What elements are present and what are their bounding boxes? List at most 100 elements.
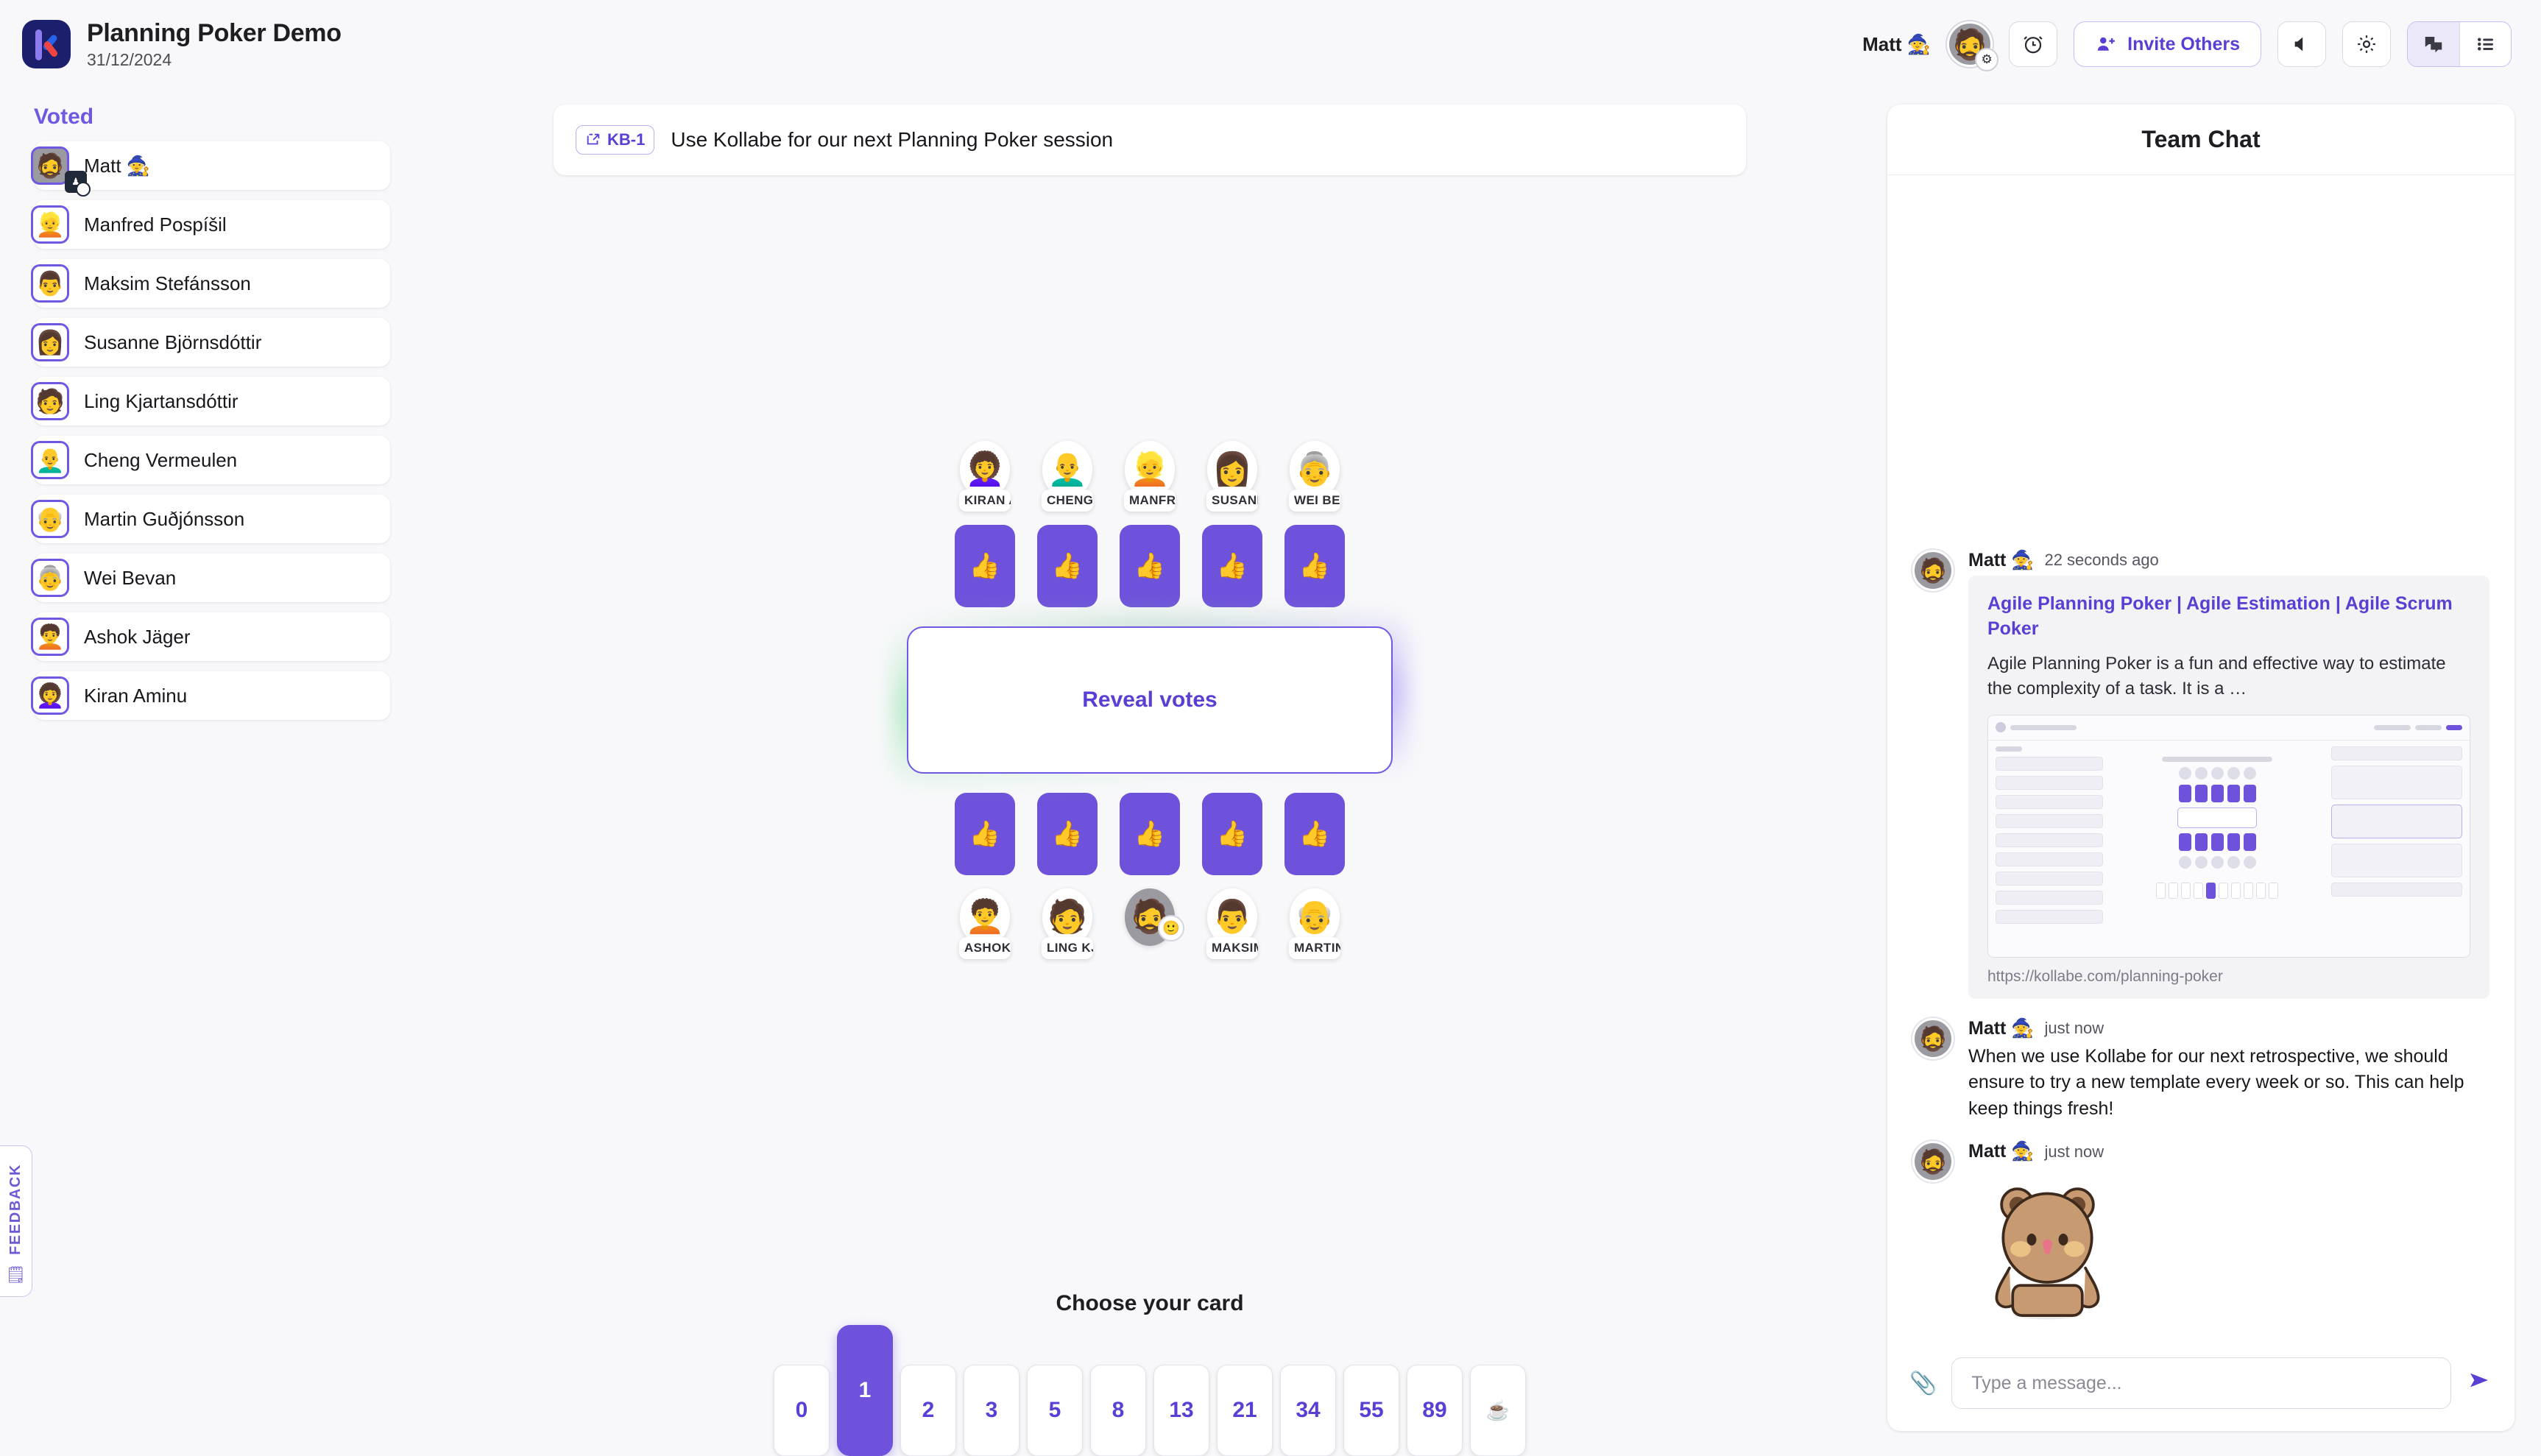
deck-card[interactable]: 2 — [900, 1365, 956, 1456]
deck-card[interactable]: 34 — [1280, 1365, 1336, 1456]
link-preview-title[interactable]: Agile Planning Poker | Agile Estimation … — [1987, 592, 2470, 642]
host-badge: ♟ — [65, 171, 91, 197]
bottom-seat-row: 🧑‍🦱ASHOK 🧑LING KJ 🧔🙂 👨MAKSIM 👴MARTIN — [955, 888, 1345, 959]
voted-card: 👍 — [955, 525, 1015, 607]
story-key-badge[interactable]: KB-1 — [576, 125, 655, 155]
chat-message-list[interactable]: 🧔 Matt 🧙 22 seconds ago Agile Planning P… — [1887, 175, 2515, 1344]
deck-card[interactable]: 5 — [1027, 1365, 1083, 1456]
chat-composer: 📎 — [1887, 1344, 2515, 1431]
player-seat[interactable]: 👨‍🦲 CHENG — [1037, 441, 1098, 512]
player-seat[interactable]: 👴 MARTIN — [1284, 888, 1345, 959]
player-seat[interactable]: 🧑 LING KJ — [1037, 888, 1098, 959]
story-key: KB-1 — [607, 130, 646, 149]
avatar: 👨‍🦲 — [31, 441, 69, 479]
voted-card: 👍 — [1284, 793, 1345, 875]
player-seat[interactable]: 🧔 🙂 — [1120, 888, 1184, 959]
message-input[interactable] — [1971, 1372, 2431, 1394]
list-item[interactable]: 🧔 Matt 🧙 ♟ — [31, 141, 390, 197]
list-item[interactable]: 🧑‍🦱 Ashok Jäger — [31, 612, 390, 661]
card-deck: 0 1 2 3 5 8 13 21 34 55 89 ☕ — [774, 1325, 1526, 1456]
session-date: 31/12/2024 — [87, 50, 172, 70]
settings-button[interactable] — [2342, 21, 2391, 67]
voter-name: Manfred Pospíšil — [84, 213, 227, 236]
chat-title: Team Chat — [1887, 105, 2515, 175]
alarm-clock-icon — [2024, 36, 2043, 54]
avatar: 👵 — [31, 559, 69, 597]
player-seat[interactable]: 👵WEI BEV — [1284, 441, 1345, 512]
list-item[interactable]: 👴 Martin Guðjónsson — [31, 495, 390, 543]
user-avatar-wrapper[interactable]: 🧔 ⚙ — [1947, 21, 1999, 71]
deck-card[interactable]: 21 — [1217, 1365, 1273, 1456]
feedback-label: FEEDBACK — [7, 1164, 24, 1255]
player-name-tag: ASHOK — [959, 937, 1011, 959]
avatar: 👩‍🦱 — [31, 676, 69, 715]
message-input-wrapper[interactable] — [1951, 1357, 2451, 1409]
player-name-tag: MAKSIM — [1206, 937, 1258, 959]
player-name-tag: MANFRI — [1124, 490, 1176, 512]
top-vote-card-row: 👍 👍 👍 👍 👍 — [955, 525, 1345, 607]
deck-label: Choose your card — [1056, 1291, 1244, 1315]
reveal-votes-wrapper: Reveal votes — [894, 613, 1406, 787]
tab-backlog[interactable] — [2459, 22, 2511, 66]
player-seat[interactable]: 👨MAKSIM — [1202, 888, 1262, 959]
page-title: Planning Poker Demo — [87, 18, 342, 47]
feedback-button[interactable]: FEEDBACK 🗒 — [0, 1145, 32, 1297]
tab-chat[interactable] — [2408, 22, 2459, 66]
reveal-votes-button[interactable]: Reveal votes — [907, 626, 1393, 774]
list-item[interactable]: 👩‍🦱 Kiran Aminu — [31, 671, 390, 720]
deck-card[interactable]: 55 — [1343, 1365, 1399, 1456]
send-icon[interactable] — [2466, 1368, 2492, 1398]
deck-card[interactable]: ☕ — [1470, 1365, 1526, 1456]
avatar: 🧑‍🦱 — [31, 618, 69, 656]
deck-card[interactable]: 89 — [1407, 1365, 1463, 1456]
voter-name: Martin Guðjónsson — [84, 507, 245, 530]
list-item[interactable]: 👩 Susanne Björnsdóttir — [31, 318, 390, 367]
voted-card: 👍 — [1120, 525, 1180, 607]
avatar: 🧔 — [1912, 1017, 1954, 1059]
deck-card[interactable]: 13 — [1153, 1365, 1209, 1456]
list-item[interactable]: 👨‍🦲 Cheng Vermeulen — [31, 436, 390, 484]
poker-table-area: KB-1 Use Kollabe for our next Planning P… — [412, 88, 1887, 1456]
avatar: 👴 — [31, 500, 69, 538]
chat-bubbles-icon — [2425, 37, 2442, 53]
player-name-tag: KIRAN A — [959, 490, 1011, 512]
deck-card[interactable]: 8 — [1090, 1365, 1146, 1456]
voted-card: 👍 — [1037, 525, 1098, 607]
player-seat[interactable]: 👩‍🦱KIRAN A — [955, 441, 1015, 512]
link-preview-card[interactable]: Agile Planning Poker | Agile Estimation … — [1968, 575, 2489, 999]
list-item[interactable]: 👱 Manfred Pospíšil — [31, 200, 390, 249]
avatar: 👩 — [31, 323, 69, 361]
list-item[interactable]: 👨 Maksim Stefánsson — [31, 259, 390, 308]
paperclip-icon[interactable]: 📎 — [1909, 1371, 1937, 1396]
voter-name: Ling Kjartansdóttir — [84, 389, 238, 412]
kollabe-app-screenshot-thumbnail — [1987, 714, 2470, 958]
bottom-vote-card-row: 👍 👍 👍 👍 👍 — [955, 793, 1345, 875]
voter-name: Kiran Aminu — [84, 684, 188, 707]
avatar: 👨 — [31, 264, 69, 303]
message-timestamp: 22 seconds ago — [2044, 551, 2159, 570]
gear-icon[interactable]: ⚙ — [1975, 48, 1999, 71]
avatar: 🧔 — [31, 146, 69, 185]
brand: Planning Poker Demo 31/12/2024 — [22, 18, 342, 70]
add-reaction-icon[interactable]: 🙂 — [1158, 915, 1184, 941]
deck-card[interactable]: 3 — [964, 1365, 1019, 1456]
sound-button[interactable] — [2277, 21, 2326, 67]
voted-card: 👍 — [1037, 793, 1098, 875]
deck-card[interactable]: 1 — [837, 1325, 893, 1456]
player-seat[interactable]: 👩SUSANN — [1202, 441, 1262, 512]
deck-card[interactable]: 0 — [774, 1365, 830, 1456]
invite-others-label: Invite Others — [2127, 33, 2240, 54]
list-item[interactable]: 👵 Wei Bevan — [31, 554, 390, 602]
invite-others-button[interactable]: Invite Others — [2074, 21, 2261, 67]
timer-button[interactable] — [2009, 21, 2058, 67]
kollabe-logo — [22, 19, 71, 68]
player-seat[interactable]: 👱 MANFRI — [1120, 441, 1180, 512]
voted-card: 👍 — [1284, 525, 1345, 607]
message-timestamp: just now — [2044, 1142, 2104, 1161]
player-seat[interactable]: 🧑‍🦱 ASHOK — [955, 888, 1015, 959]
list-item[interactable]: 🧑 Ling Kjartansdóttir — [31, 377, 390, 425]
player-name-tag: WEI BEV — [1289, 490, 1340, 512]
current-story-card[interactable]: KB-1 Use Kollabe for our next Planning P… — [554, 105, 1746, 175]
top-bar-actions: Matt 🧙 🧔 ⚙ Invite Others — [1862, 21, 2512, 71]
link-preview-url[interactable]: https://kollabe.com/planning-poker — [1987, 968, 2470, 986]
